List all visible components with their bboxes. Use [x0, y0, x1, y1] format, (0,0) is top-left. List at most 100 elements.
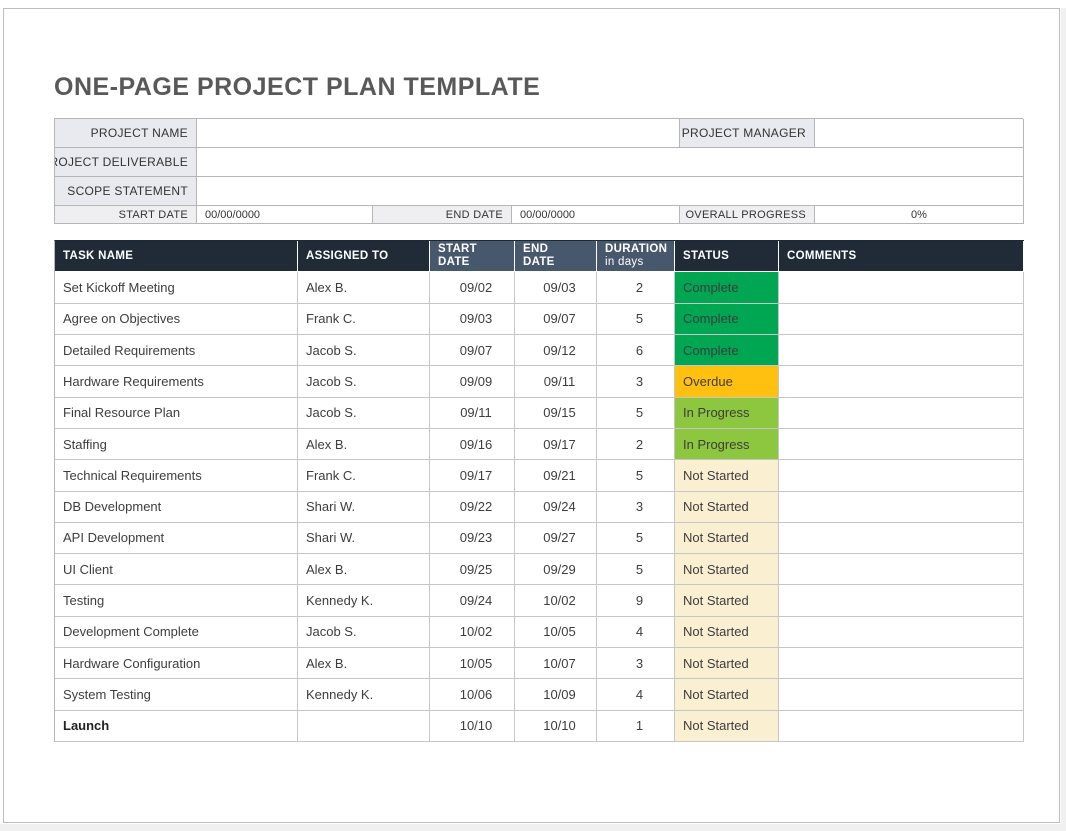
status-cell[interactable]: Not Started: [675, 679, 779, 710]
task-name-cell[interactable]: Launch: [55, 711, 298, 742]
duration-cell[interactable]: 5: [597, 304, 675, 335]
assigned-to-cell[interactable]: Alex B.: [298, 554, 430, 585]
status-cell[interactable]: Complete: [675, 304, 779, 335]
assigned-to-cell[interactable]: Shari W.: [298, 492, 430, 523]
start-date-cell[interactable]: 09/22: [430, 492, 515, 523]
start-date-cell[interactable]: 10/02: [430, 617, 515, 648]
start-date-cell[interactable]: 09/16: [430, 429, 515, 460]
comments-cell[interactable]: [779, 585, 1024, 616]
start-date-cell[interactable]: 10/10: [430, 711, 515, 742]
status-cell[interactable]: Not Started: [675, 460, 779, 491]
end-date-cell[interactable]: 09/21: [515, 460, 597, 491]
comments-cell[interactable]: [779, 711, 1024, 742]
duration-cell[interactable]: 3: [597, 366, 675, 397]
duration-cell[interactable]: 3: [597, 492, 675, 523]
end-date-cell[interactable]: 10/02: [515, 585, 597, 616]
start-date-cell[interactable]: 09/09: [430, 366, 515, 397]
status-cell[interactable]: Complete: [675, 272, 779, 303]
comments-cell[interactable]: [779, 335, 1024, 366]
task-name-cell[interactable]: System Testing: [55, 679, 298, 710]
duration-cell[interactable]: 5: [597, 460, 675, 491]
comments-cell[interactable]: [779, 679, 1024, 710]
duration-cell[interactable]: 5: [597, 398, 675, 429]
task-name-cell[interactable]: Set Kickoff Meeting: [55, 272, 298, 303]
status-cell[interactable]: Not Started: [675, 711, 779, 742]
start-date-field[interactable]: 00/00/0000: [197, 206, 373, 224]
duration-cell[interactable]: 6: [597, 335, 675, 366]
start-date-cell[interactable]: 10/05: [430, 648, 515, 679]
status-cell[interactable]: Not Started: [675, 617, 779, 648]
end-date-cell[interactable]: 10/05: [515, 617, 597, 648]
assigned-to-cell[interactable]: Jacob S.: [298, 335, 430, 366]
duration-cell[interactable]: 5: [597, 554, 675, 585]
end-date-cell[interactable]: 09/17: [515, 429, 597, 460]
assigned-to-cell[interactable]: Frank C.: [298, 460, 430, 491]
status-cell[interactable]: Not Started: [675, 648, 779, 679]
comments-cell[interactable]: [779, 523, 1024, 554]
status-cell[interactable]: Not Started: [675, 523, 779, 554]
end-date-cell[interactable]: 10/10: [515, 711, 597, 742]
scope-statement-field[interactable]: [197, 177, 1024, 206]
status-cell[interactable]: Not Started: [675, 492, 779, 523]
overall-progress-value[interactable]: 0%: [815, 206, 1024, 224]
end-date-cell[interactable]: 09/24: [515, 492, 597, 523]
duration-cell[interactable]: 1: [597, 711, 675, 742]
duration-cell[interactable]: 2: [597, 429, 675, 460]
task-name-cell[interactable]: Staffing: [55, 429, 298, 460]
status-cell[interactable]: Overdue: [675, 366, 779, 397]
start-date-cell[interactable]: 09/11: [430, 398, 515, 429]
start-date-cell[interactable]: 09/17: [430, 460, 515, 491]
duration-cell[interactable]: 5: [597, 523, 675, 554]
end-date-cell[interactable]: 09/11: [515, 366, 597, 397]
assigned-to-cell[interactable]: [298, 711, 430, 742]
end-date-cell[interactable]: 09/03: [515, 272, 597, 303]
start-date-cell[interactable]: 09/02: [430, 272, 515, 303]
comments-cell[interactable]: [779, 554, 1024, 585]
task-name-cell[interactable]: Testing: [55, 585, 298, 616]
duration-cell[interactable]: 9: [597, 585, 675, 616]
end-date-cell[interactable]: 10/07: [515, 648, 597, 679]
comments-cell[interactable]: [779, 272, 1024, 303]
start-date-cell[interactable]: 09/07: [430, 335, 515, 366]
comments-cell[interactable]: [779, 460, 1024, 491]
assigned-to-cell[interactable]: Jacob S.: [298, 617, 430, 648]
assigned-to-cell[interactable]: Kennedy K.: [298, 585, 430, 616]
project-deliverable-field[interactable]: [197, 148, 1024, 177]
end-date-cell[interactable]: 09/27: [515, 523, 597, 554]
task-name-cell[interactable]: Detailed Requirements: [55, 335, 298, 366]
start-date-cell[interactable]: 09/25: [430, 554, 515, 585]
end-date-cell[interactable]: 09/12: [515, 335, 597, 366]
duration-cell[interactable]: 2: [597, 272, 675, 303]
status-cell[interactable]: In Progress: [675, 429, 779, 460]
task-name-cell[interactable]: UI Client: [55, 554, 298, 585]
start-date-cell[interactable]: 09/03: [430, 304, 515, 335]
comments-cell[interactable]: [779, 492, 1024, 523]
duration-cell[interactable]: 3: [597, 648, 675, 679]
task-name-cell[interactable]: Hardware Configuration: [55, 648, 298, 679]
task-name-cell[interactable]: Agree on Objectives: [55, 304, 298, 335]
assigned-to-cell[interactable]: Alex B.: [298, 429, 430, 460]
start-date-cell[interactable]: 10/06: [430, 679, 515, 710]
status-cell[interactable]: Complete: [675, 335, 779, 366]
task-name-cell[interactable]: Technical Requirements: [55, 460, 298, 491]
project-manager-field[interactable]: [815, 119, 1024, 148]
comments-cell[interactable]: [779, 617, 1024, 648]
assigned-to-cell[interactable]: Kennedy K.: [298, 679, 430, 710]
comments-cell[interactable]: [779, 398, 1024, 429]
assigned-to-cell[interactable]: Alex B.: [298, 272, 430, 303]
end-date-cell[interactable]: 10/09: [515, 679, 597, 710]
task-name-cell[interactable]: Hardware Requirements: [55, 366, 298, 397]
end-date-cell[interactable]: 09/07: [515, 304, 597, 335]
task-name-cell[interactable]: API Development: [55, 523, 298, 554]
assigned-to-cell[interactable]: Shari W.: [298, 523, 430, 554]
comments-cell[interactable]: [779, 648, 1024, 679]
status-cell[interactable]: In Progress: [675, 398, 779, 429]
assigned-to-cell[interactable]: Frank C.: [298, 304, 430, 335]
comments-cell[interactable]: [779, 304, 1024, 335]
assigned-to-cell[interactable]: Jacob S.: [298, 366, 430, 397]
assigned-to-cell[interactable]: Alex B.: [298, 648, 430, 679]
assigned-to-cell[interactable]: Jacob S.: [298, 398, 430, 429]
end-date-cell[interactable]: 09/29: [515, 554, 597, 585]
duration-cell[interactable]: 4: [597, 679, 675, 710]
comments-cell[interactable]: [779, 366, 1024, 397]
